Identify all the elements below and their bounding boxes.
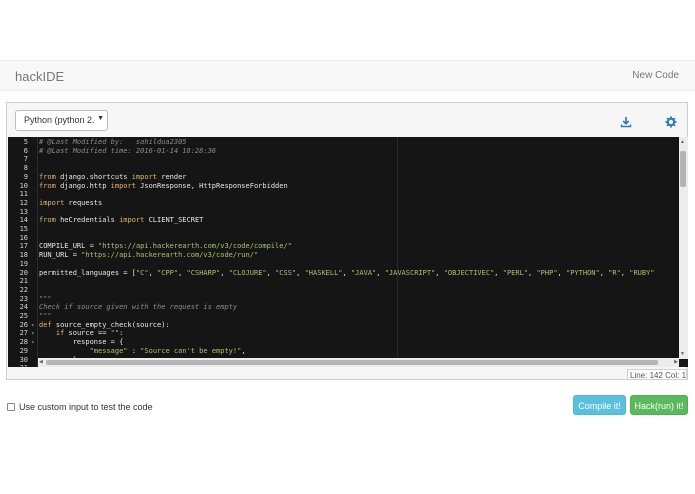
custom-input-checkbox[interactable]	[7, 403, 15, 411]
line-number: 5	[23, 138, 28, 146]
code-editor[interactable]: 5 6 7 8 9 10 11 12 13 14 15 16 17 18 19 20 21 22 23 24 25 26 ▾…	[8, 137, 688, 367]
brand-logo[interactable]: hackIDE	[15, 69, 64, 84]
line-number: 12	[19, 198, 28, 207]
code-line[interactable]: # @Last Modified by: sahildua2305	[39, 138, 187, 147]
code-line[interactable]: import requests	[39, 199, 102, 208]
vertical-scrollbar[interactable]: ▲ ▼	[679, 137, 688, 359]
scroll-right-icon[interactable]: ▶	[674, 359, 678, 365]
new-code-link[interactable]: New Code	[632, 70, 679, 81]
line-number: 9	[23, 172, 28, 181]
line-number: 19	[19, 259, 28, 268]
line-number: 6	[23, 146, 28, 155]
code-line[interactable]: RUN_URL = "https://api.hackerearth.com/v…	[39, 251, 258, 260]
line-number: 27	[19, 329, 28, 338]
code-line[interactable]: from django.shortcuts import render	[39, 173, 187, 182]
print-margin	[397, 137, 398, 367]
run-button[interactable]: Hack(run) it!	[630, 395, 688, 415]
fold-toggle-icon[interactable]: ▾	[31, 330, 35, 337]
custom-input-label[interactable]: Use custom input to test the code	[19, 402, 153, 412]
line-number: 30	[19, 355, 28, 364]
line-number: 8	[23, 164, 28, 173]
code-line[interactable]: from django.http import JsonResponse, Ht…	[39, 182, 288, 191]
line-number: 17	[19, 242, 28, 251]
line-number: 24	[19, 303, 28, 312]
line-number: 20	[19, 268, 28, 277]
code-line[interactable]: def source_empty_check(source):	[39, 321, 170, 330]
gear-icon[interactable]	[665, 115, 677, 128]
line-number: 28	[19, 338, 28, 347]
line-number: 14	[19, 216, 28, 225]
chevron-down-icon: ▼	[97, 115, 104, 122]
code-line[interactable]: permitted_languages = ["C", "CPP", "CSHA…	[39, 269, 655, 278]
line-number: 7	[23, 155, 28, 164]
code-line[interactable]: COMPILE_URL = "https://api.hackerearth.c…	[39, 242, 292, 251]
download-icon[interactable]	[620, 115, 632, 128]
horizontal-scroll-thumb[interactable]	[46, 360, 658, 365]
editor-panel: Python (python 2. ▼ 5 6 7 8 9 10 11 12 13 14 15 16 1…	[6, 102, 688, 380]
code-line[interactable]: "message" : "Source can't be empty!",	[39, 347, 246, 356]
scroll-up-icon[interactable]: ▲	[680, 139, 685, 145]
line-number: 15	[19, 225, 28, 233]
code-line[interactable]: Check if source given with the request i…	[39, 303, 237, 312]
compile-button[interactable]: Compile it!	[573, 395, 626, 415]
line-number: 23	[19, 294, 28, 303]
language-select[interactable]: Python (python 2. ▼	[15, 110, 108, 131]
horizontal-scrollbar[interactable]: ◀ ▶	[38, 358, 679, 367]
code-line[interactable]: # @Last Modified time: 2016-01-14 18:28:…	[39, 147, 216, 156]
line-number: 26	[19, 320, 28, 329]
fold-toggle-icon[interactable]: ▾	[31, 322, 35, 329]
line-number: 25	[19, 312, 28, 320]
line-number: 18	[19, 251, 28, 260]
line-number: 31	[8, 364, 28, 367]
line-number: 11	[19, 190, 28, 199]
line-number: 22	[19, 285, 28, 294]
line-number: 21	[19, 277, 28, 286]
line-number-gutter: 5 6 7 8 9 10 11 12 13 14 15 16 17 18 19 20 21 22 23 24 25 26 ▾…	[8, 137, 38, 367]
scroll-left-icon[interactable]: ◀	[39, 359, 43, 365]
language-select-value: Python (python 2.	[24, 115, 95, 125]
editor-toolbar: Python (python 2. ▼	[7, 103, 687, 137]
code-line[interactable]: from heCredentials import CLIENT_SECRET	[39, 216, 203, 225]
cursor-position-status: Line: 142 Col: 1	[627, 369, 687, 380]
line-number: 13	[19, 207, 28, 216]
code-line[interactable]: response = {	[39, 338, 124, 347]
fold-toggle-icon[interactable]: ▾	[31, 339, 35, 346]
line-number: 10	[19, 181, 28, 190]
code-line[interactable]: """	[39, 295, 52, 304]
scroll-down-icon[interactable]: ▼	[680, 351, 685, 357]
navbar: hackIDE New Code	[0, 60, 695, 91]
code-line[interactable]: """	[39, 312, 52, 321]
vertical-scroll-thumb[interactable]	[680, 151, 686, 187]
code-line[interactable]: if source == "":	[39, 329, 123, 338]
line-number: 16	[19, 233, 28, 242]
line-number: 29	[19, 346, 28, 355]
